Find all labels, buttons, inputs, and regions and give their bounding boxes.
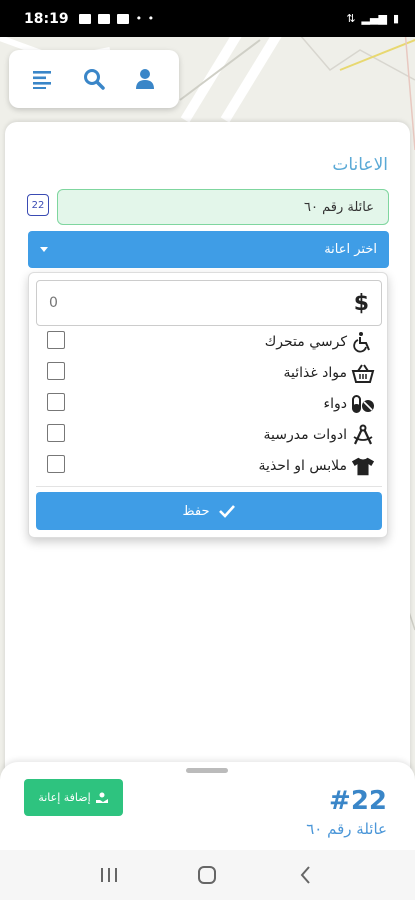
system-icons: ⇅ ▂▄▆ ▮ — [346, 12, 399, 25]
gallery-icon — [78, 13, 91, 24]
recents-button[interactable] — [89, 855, 129, 895]
amount-input[interactable] — [49, 295, 354, 311]
amount-field: $ — [36, 280, 382, 326]
signal-icon: ▂▄▆ — [361, 12, 387, 25]
menu-button[interactable] — [26, 62, 60, 96]
hand-holding-icon — [95, 792, 108, 803]
user-button[interactable] — [128, 62, 162, 96]
aid-item-wheelchair[interactable]: كرسي متحرك — [29, 326, 389, 357]
user-icon — [136, 69, 155, 89]
family-badge: 22 — [27, 194, 49, 216]
aid-item-label: كرسي متحرك — [264, 333, 347, 350]
check-icon — [219, 505, 236, 518]
divider — [36, 486, 382, 487]
aid-item-label: مواد غذائية — [283, 364, 348, 381]
aid-item-checkbox[interactable] — [47, 424, 65, 442]
status-time: 18:19 — [24, 10, 69, 27]
basket-icon — [351, 361, 375, 385]
app-notification-icon — [116, 13, 129, 24]
recents-icon — [101, 868, 118, 882]
search-icon — [83, 69, 105, 90]
notification-icons: • • — [78, 12, 156, 25]
aid-items-list: كرسي متحرك مواد غذائية دواء ادوات مدرسية… — [29, 326, 389, 481]
aid-select-label: اختر اعانة — [324, 242, 377, 257]
family-bottom-sheet: إضافة إعانة #22 عائلة رقم ٦٠ — [0, 762, 415, 850]
home-icon — [198, 866, 217, 884]
add-aid-button[interactable]: إضافة إعانة — [24, 779, 123, 816]
panel-title: الاعانات — [332, 155, 388, 175]
save-button[interactable]: حفظ — [36, 492, 382, 530]
aid-item-checkbox[interactable] — [47, 455, 65, 473]
pills-icon — [351, 392, 375, 416]
top-toolbar — [9, 50, 179, 108]
aid-item-checkbox[interactable] — [47, 331, 65, 349]
search-button[interactable] — [77, 62, 111, 96]
family-name: عائلة رقم ٦٠ — [306, 820, 387, 838]
drag-handle[interactable] — [186, 768, 228, 773]
caret-down-icon — [40, 247, 48, 252]
back-button[interactable] — [286, 855, 326, 895]
family-name-value: عائلة رقم ٦٠ — [304, 199, 374, 215]
family-number: #22 — [329, 786, 387, 816]
home-button[interactable] — [187, 855, 227, 895]
aid-item-label: ملابس او احذية — [258, 457, 347, 474]
aid-item-checkbox[interactable] — [47, 362, 65, 380]
add-aid-label: إضافة إعانة — [38, 791, 91, 804]
drafting-compass-icon — [351, 423, 375, 447]
status-bar: 18:19 • • ⇅ ▂▄▆ ▮ — [0, 0, 415, 37]
aid-item-school[interactable]: ادوات مدرسية — [29, 419, 389, 450]
back-icon — [300, 866, 310, 884]
aid-item-checkbox[interactable] — [47, 393, 65, 411]
aid-item-food[interactable]: مواد غذائية — [29, 357, 389, 388]
aid-select-dropdown[interactable]: اختر اعانة — [28, 231, 389, 268]
aid-item-medicine[interactable]: دواء — [29, 388, 389, 419]
navigation-bar — [0, 850, 415, 900]
family-name-field[interactable]: عائلة رقم ٦٠ — [57, 189, 389, 225]
more-notifications-icon: • • — [135, 12, 156, 25]
dollar-icon: $ — [353, 290, 369, 316]
save-label: حفظ — [182, 503, 210, 519]
tshirt-icon — [351, 454, 375, 478]
wheelchair-icon — [351, 330, 375, 354]
aid-item-label: دواء — [323, 395, 347, 412]
aid-dropdown-menu: $ كرسي متحرك مواد غذائية — [28, 272, 388, 538]
data-icon: ⇅ — [346, 12, 356, 25]
aid-item-label: ادوات مدرسية — [263, 426, 347, 443]
aid-item-clothes[interactable]: ملابس او احذية — [29, 450, 389, 481]
battery-icon: ▮ — [392, 12, 399, 25]
menu-icon — [32, 71, 51, 89]
app-notification-icon — [97, 13, 110, 24]
